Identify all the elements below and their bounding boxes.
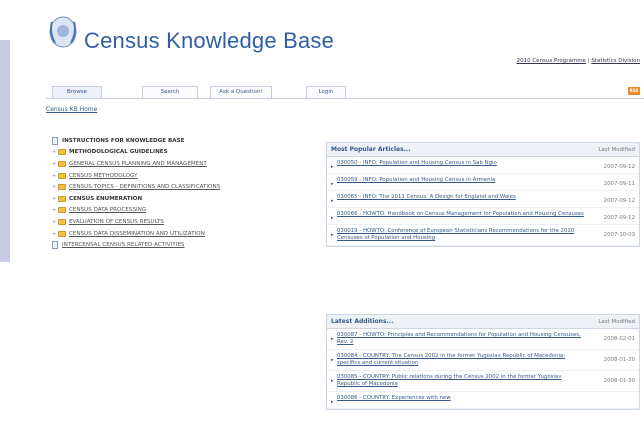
folder-icon [58, 172, 66, 179]
article-row: ▸ 030085 - COUNTRY: Public relations duri… [327, 371, 639, 392]
tree-item-label[interactable]: CENSUS DATA DISSEMINATION AND UTILIZATIO… [69, 231, 205, 237]
tree-item-label[interactable]: CENSUS ENUMERATION [69, 196, 142, 202]
tree-item-label[interactable]: CENSUS METHODOLOGY [69, 173, 138, 179]
tree-item-label[interactable]: GENERAL CENSUS PLANNING AND MANAGEMENT [69, 161, 207, 167]
category-tree: INSTRUCTIONS FOR KNOWLEDGE BASE + METHODOL… [52, 135, 322, 251]
article-date [591, 395, 635, 399]
most-popular-title[interactable]: Most Popular Articles... [331, 146, 410, 153]
article-link[interactable]: 030066 - HOWTO: Handbook on Census Manag… [337, 211, 591, 218]
top-links: 2010 Census Programme | Statistics Divis… [517, 58, 640, 64]
tree-item-label[interactable]: METHODOLOGICAL GUIDELINES [69, 149, 168, 155]
most-popular-panel: Most Popular Articles... Last Modified ▸… [326, 142, 640, 247]
tree-item[interactable]: + EVALUATION OF CENSUS RESULTS [52, 216, 322, 228]
folder-icon [58, 195, 66, 202]
tree-item-label[interactable]: INSTRUCTIONS FOR KNOWLEDGE BASE [62, 138, 184, 144]
latest-additions-panel: Latest Additions... Last Modified ▸ 03008… [326, 314, 640, 410]
tree-item[interactable]: + GENERAL CENSUS PLANNING AND MANAGEMENT [52, 158, 322, 170]
latest-additions-header: Latest Additions... Last Modified [327, 315, 639, 329]
tree-item[interactable]: + CENSUS DATA PROCESSING [52, 205, 322, 217]
tree-item-label[interactable]: CENSUS DATA PROCESSING [69, 207, 146, 213]
tree-item[interactable]: + CENSUS TOPICS - DEFINITIONS AND CLASSIF… [52, 181, 322, 193]
article-date: 2008-01-30 [603, 378, 635, 384]
folder-icon [58, 149, 66, 156]
article-date: 2007-09-12 [603, 164, 635, 170]
document-icon [52, 241, 58, 250]
tree-item[interactable]: + CENSUS METHODOLOGY [52, 170, 322, 182]
tab-browse[interactable]: Browse [52, 86, 102, 98]
link-separator: | [587, 58, 590, 64]
article-row: ▸ 030087 - HOWTO: Principles and Recommen… [327, 329, 639, 350]
tree-item-label[interactable]: INTERCENSAL CENSUS RELATED ACTIVITIES [62, 242, 184, 248]
breadcrumb[interactable]: Census KB Home [46, 106, 97, 113]
article-link[interactable]: 030065 - INFO: The 2011 Census: A Design… [337, 194, 591, 201]
tree-item[interactable]: INTERCENSAL CENSUS RELATED ACTIVITIES [52, 239, 322, 251]
tree-item[interactable]: + CENSUS DATA DISSEMINATION AND UTILIZATI… [52, 228, 322, 240]
article-row: ▸ 030086 - COUNTRY: Experiences with new [327, 392, 639, 409]
article-link[interactable]: 030086 - COUNTRY: Experiences with new [337, 395, 591, 402]
rss-feed-icon[interactable]: RSS [628, 87, 640, 95]
tab-ask-question[interactable]: Ask a Question! [210, 86, 272, 98]
most-popular-list: ▸ 030050 - INFO: Population and Housing C… [327, 157, 639, 246]
last-modified-label: Last Modified [598, 146, 635, 153]
left-accent-bar [0, 40, 10, 262]
article-link[interactable]: 030084 - COUNTRY: The Census 2002 in the… [337, 353, 591, 367]
last-modified-label: Last Modified [598, 318, 635, 325]
tab-bar: Browse Search Ask a Question! Login RSS [46, 85, 644, 99]
tab-search[interactable]: Search [142, 86, 198, 98]
article-date: 2007-10-03 [603, 232, 635, 238]
article-link[interactable]: 030059 - INFO: Population and Housing Ce… [337, 177, 591, 184]
tree-item-label[interactable]: CENSUS TOPICS - DEFINITIONS AND CLASSIFI… [69, 184, 220, 190]
article-date: 2008-02-01 [603, 336, 635, 342]
tree-item[interactable]: + METHODOLOGICAL GUIDELINES [52, 147, 322, 159]
most-popular-header: Most Popular Articles... Last Modified [327, 143, 639, 157]
article-link[interactable]: 030085 - COUNTRY: Public relations durin… [337, 374, 591, 388]
header: Census Knowledge Base 2010 Census Progra… [46, 8, 644, 76]
article-date: 2007-09-12 [603, 215, 635, 221]
article-link[interactable]: 030050 - INFO: Population and Housing Ce… [337, 160, 591, 167]
article-date: 2007-09-12 [603, 198, 635, 204]
tree-item-label[interactable]: EVALUATION OF CENSUS RESULTS [69, 219, 164, 225]
link-census-programme[interactable]: 2010 Census Programme [517, 58, 586, 64]
folder-icon [58, 160, 66, 167]
link-statistics-division[interactable]: Statistics Division [591, 58, 640, 64]
article-row: ▸ 030066 - HOWTO: Handbook on Census Mana… [327, 208, 639, 225]
article-row: ▸ 030019 - HOWTO: Conference of European … [327, 225, 639, 246]
article-date: 2007-09-11 [603, 181, 635, 187]
article-row: ▸ 030059 - INFO: Population and Housing C… [327, 174, 639, 191]
article-link[interactable]: 030019 - HOWTO: Conference of European S… [337, 228, 591, 242]
folder-icon [58, 207, 66, 214]
folder-icon [58, 184, 66, 191]
tree-item[interactable]: INSTRUCTIONS FOR KNOWLEDGE BASE [52, 135, 322, 147]
tab-login[interactable]: Login [306, 86, 346, 98]
article-date: 2008-01-30 [603, 357, 635, 363]
folder-icon [58, 218, 66, 225]
article-row: ▸ 030065 - INFO: The 2011 Census: A Desig… [327, 191, 639, 208]
latest-additions-list: ▸ 030087 - HOWTO: Principles and Recommen… [327, 329, 639, 409]
latest-additions-title[interactable]: Latest Additions... [331, 318, 393, 325]
site-title[interactable]: Census Knowledge Base [84, 28, 334, 54]
article-row: ▸ 030084 - COUNTRY: The Census 2002 in th… [327, 350, 639, 371]
article-row: ▸ 030050 - INFO: Population and Housing C… [327, 157, 639, 174]
article-link[interactable]: 030087 - HOWTO: Principles and Recommend… [337, 332, 591, 346]
un-laurel-logo-icon [49, 16, 77, 48]
document-icon [52, 136, 58, 145]
folder-icon [58, 230, 66, 237]
tree-item[interactable]: + CENSUS ENUMERATION [52, 193, 322, 205]
